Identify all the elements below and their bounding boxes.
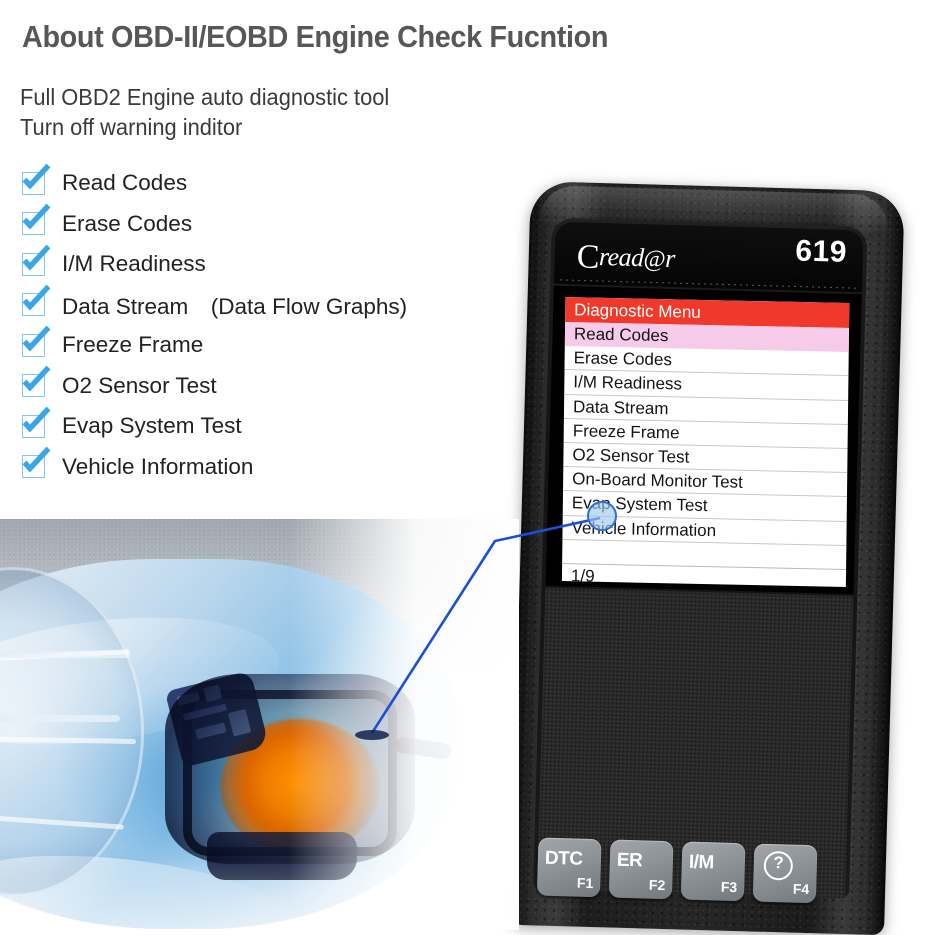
subtitle-line-2: Turn off warning inditor bbox=[20, 114, 243, 140]
dtc-label: DTC bbox=[544, 847, 583, 870]
feature-item-read-codes: Read Codes bbox=[22, 163, 492, 204]
grille-bar bbox=[0, 715, 120, 722]
feature-label: I/M Readiness bbox=[62, 251, 206, 277]
im-f3-button[interactable]: I/M F3 bbox=[680, 841, 746, 902]
checkmark-icon bbox=[22, 406, 51, 438]
question-circle-icon bbox=[763, 850, 794, 887]
im-label: I/M bbox=[688, 851, 715, 874]
checkmark-icon bbox=[22, 203, 51, 236]
feature-label: Data Stream (Data Flow Graphs) bbox=[62, 293, 408, 319]
feature-item-data-stream: Data Stream (Data Flow Graphs) bbox=[22, 284, 492, 326]
brand-bar: Cread@r 619 bbox=[553, 221, 864, 293]
subtitle-line-1: Full OBD2 Engine auto diagnostic tool bbox=[20, 84, 390, 110]
er-label: ER bbox=[616, 849, 643, 872]
f1-label: F1 bbox=[576, 874, 594, 892]
feature-item-im-readiness: I/M Readiness bbox=[22, 244, 492, 285]
feature-label: Read Codes bbox=[62, 170, 188, 196]
logo-c: C bbox=[576, 238, 600, 276]
feature-label: Freeze Frame bbox=[62, 332, 204, 358]
dtc-f1-button[interactable]: DTC F1 bbox=[536, 837, 602, 898]
photo-fade-bottom bbox=[0, 860, 519, 930]
feature-list: Read Codes Erase Codes I/M Readiness Dat… bbox=[22, 163, 492, 487]
subtitle-block: Full OBD2 Engine auto diagnostic tool Tu… bbox=[20, 82, 389, 142]
function-button-row: DTC F1 ER F2 I/M F3 F4 bbox=[536, 837, 857, 913]
feature-label: Vehicle Information bbox=[62, 453, 254, 479]
feature-item-erase-codes: Erase Codes bbox=[22, 203, 492, 245]
creader-logo: Cread@r bbox=[576, 238, 675, 279]
help-f4-button[interactable]: F4 bbox=[752, 843, 818, 904]
f2-label: F2 bbox=[648, 876, 666, 894]
feature-label: Erase Codes bbox=[62, 210, 193, 236]
checkmark-icon bbox=[22, 365, 51, 398]
feature-item-vehicle-information: Vehicle Information bbox=[22, 446, 492, 488]
feature-item-o2-sensor-test: O2 Sensor Test bbox=[22, 365, 492, 407]
obd-scanner-device: Cread@r 619 Diagnostic Menu Read Codes E… bbox=[506, 181, 911, 935]
lcd-screen: Diagnostic Menu Read Codes Erase Codes I… bbox=[561, 297, 850, 587]
checkmark-icon bbox=[22, 284, 51, 317]
checkmark-icon bbox=[22, 163, 51, 195]
grille-bar bbox=[0, 651, 130, 658]
er-f2-button[interactable]: ER F2 bbox=[608, 839, 674, 900]
f4-label: F4 bbox=[792, 880, 810, 898]
checkmark-icon bbox=[22, 446, 51, 479]
model-number: 619 bbox=[794, 234, 848, 269]
lcd-bezel: Diagnostic Menu Read Codes Erase Codes I… bbox=[545, 285, 862, 595]
logo-read: read bbox=[598, 241, 645, 273]
page-title: About OBD-II/EOBD Engine Check Fucntion bbox=[22, 19, 609, 54]
logo-r: r bbox=[664, 243, 676, 274]
checkmark-icon bbox=[22, 325, 51, 357]
feature-item-freeze-frame: Freeze Frame bbox=[22, 325, 492, 366]
feature-label: O2 Sensor Test bbox=[62, 372, 217, 398]
car-xray-photo bbox=[0, 519, 519, 930]
feature-label: Evap System Test bbox=[62, 413, 242, 439]
checkmark-icon bbox=[22, 244, 51, 276]
logo-at-icon: @ bbox=[643, 246, 666, 273]
feature-item-evap-system-test: Evap System Test bbox=[22, 406, 492, 447]
f3-label: F3 bbox=[720, 878, 738, 896]
